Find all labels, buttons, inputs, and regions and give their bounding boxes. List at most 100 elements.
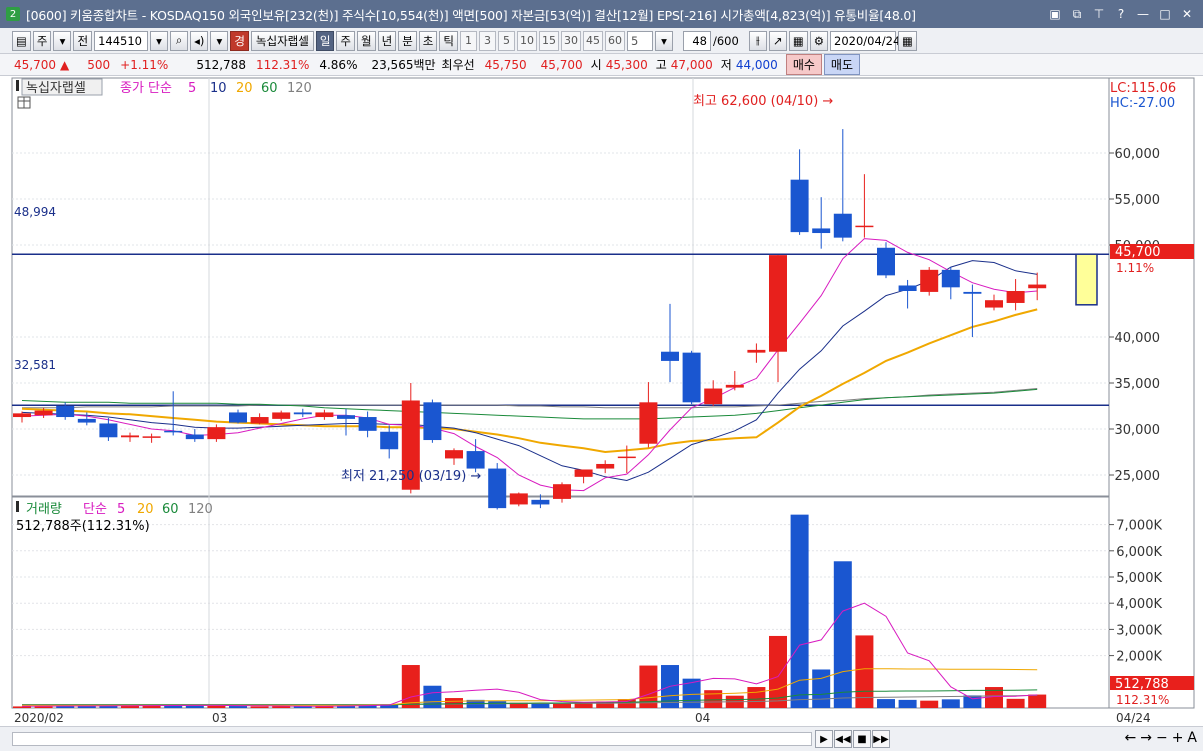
interval-30-button[interactable]: 30 <box>560 30 581 51</box>
zoom-in-icon[interactable]: + <box>1172 730 1184 746</box>
volume-bar <box>877 699 895 708</box>
up-arrow-icon: ▲ <box>60 57 70 72</box>
volume-bar <box>898 699 917 708</box>
chart-scrollbar[interactable] <box>12 732 812 746</box>
candle-body <box>1028 284 1047 289</box>
candle-body <box>207 427 226 440</box>
candle-body <box>185 434 204 440</box>
volume-bar <box>423 685 442 708</box>
x-label-apr: 04 <box>695 711 710 725</box>
volume-tick-label: 4,000K <box>1116 597 1162 612</box>
date-input[interactable]: 2020/04/24 <box>830 30 900 51</box>
draw-tool-icon[interactable]: ↗ <box>768 30 787 51</box>
dropdown-chevron-icon[interactable]: ▾ <box>53 30 72 51</box>
volume-bar <box>488 701 507 708</box>
current-volume-tag-value: 512,788 <box>1115 677 1169 692</box>
period-year-tab[interactable]: 년 <box>377 30 397 51</box>
font-size-icon[interactable]: A <box>1187 730 1197 746</box>
current-volume-line: 512,788주(112.31%) <box>16 519 150 534</box>
bid-price: 45,700 <box>540 57 583 72</box>
count-input[interactable]: 48 <box>682 30 711 51</box>
candle-body <box>574 469 593 477</box>
interval-45-button[interactable]: 45 <box>582 30 603 51</box>
minimize-icon[interactable]: — <box>1133 4 1153 24</box>
period-day-tab[interactable]: 일 <box>315 30 335 51</box>
candle-settings-icon[interactable]: ⫲ <box>748 30 767 51</box>
candle-body <box>596 463 615 469</box>
stock-badge: 경 <box>230 30 249 51</box>
candle-body <box>833 213 852 238</box>
copy-icon[interactable]: ⧉ <box>1067 4 1087 24</box>
volume-bar <box>34 706 53 708</box>
close-icon[interactable]: ✕ <box>1177 4 1197 24</box>
support-label: 32,581 <box>14 358 56 372</box>
fast-forward-icon[interactable]: ▶▶ <box>872 730 890 748</box>
price-legend-prefix: 종가 단순 <box>120 81 172 96</box>
current-volume-pct: 112.31% <box>1116 693 1169 707</box>
price-change-pct: +1.11% <box>120 57 169 72</box>
candle-body <box>553 484 571 499</box>
interval-10-button[interactable]: 10 <box>516 30 537 51</box>
candle-body <box>466 451 485 469</box>
sound-dropdown-icon[interactable]: ▾ <box>210 30 229 51</box>
buy-button[interactable]: 매수 <box>785 54 822 75</box>
candle-body <box>790 179 809 233</box>
help-icon[interactable]: ? <box>1111 4 1131 24</box>
restore-icon[interactable]: ▣ <box>1045 4 1065 24</box>
volume-bar <box>229 706 247 708</box>
candle-body <box>488 468 507 509</box>
maximize-icon[interactable]: □ <box>1155 4 1175 24</box>
period-type-select[interactable]: 주 <box>32 30 52 51</box>
period-second-tab[interactable]: 초 <box>418 30 438 51</box>
stock-code-input[interactable]: 144510 <box>94 30 149 51</box>
interval-1-button[interactable]: 1 <box>459 30 477 51</box>
gear-icon[interactable]: ⚙ <box>809 30 828 51</box>
candle-body <box>229 412 247 423</box>
stock-dropdown-icon[interactable]: ▾ <box>150 30 169 51</box>
interval-15-button[interactable]: 15 <box>538 30 559 51</box>
panel-handle-icon[interactable] <box>16 80 19 91</box>
zoom-out-icon[interactable]: − <box>1156 730 1168 746</box>
period-tick-tab[interactable]: 틱 <box>439 30 458 51</box>
scroll-right-icon[interactable]: → <box>1140 730 1152 746</box>
sound-icon[interactable]: ◂) <box>190 30 209 51</box>
save-icon[interactable]: ▦ <box>788 30 808 51</box>
search-icon[interactable]: ⌕ <box>170 30 189 51</box>
rewind-icon[interactable]: ◀◀ <box>834 730 852 748</box>
candle-body <box>142 436 161 438</box>
prev-button[interactable]: 전 <box>73 30 93 51</box>
sell-button[interactable]: 매도 <box>823 54 860 75</box>
period-week-tab[interactable]: 주 <box>336 30 356 51</box>
candle-body <box>639 402 658 444</box>
interval-dropdown-icon[interactable]: ▾ <box>654 30 673 51</box>
interval-60-button[interactable]: 60 <box>604 30 625 51</box>
price-tick-label: 40,000 <box>1115 331 1161 346</box>
window-title: [0600] 키움종합차트 - KOSDAQ150 외국인보유[232(천)] … <box>26 7 916 23</box>
candle-body <box>682 352 701 403</box>
period-month-tab[interactable]: 월 <box>357 30 376 51</box>
interval-3-button[interactable]: 3 <box>478 30 496 51</box>
interval-5-button[interactable]: 5 <box>497 30 515 51</box>
chart-type-icon[interactable]: ▤ <box>12 30 31 51</box>
play-icon[interactable]: ▶ <box>815 730 833 748</box>
stock-name[interactable]: 녹십자랩셀 <box>250 30 314 51</box>
volume-panel-handle-icon[interactable] <box>16 501 19 512</box>
candle-body <box>898 285 917 291</box>
candle-body <box>13 413 31 418</box>
candle-body <box>99 423 118 438</box>
interval-value-input[interactable]: 5 <box>626 30 653 51</box>
stock-chart[interactable]: 60,00055,00050,00040,00035,00030,00025,0… <box>0 77 1203 726</box>
pin-icon[interactable]: ⊤ <box>1089 4 1109 24</box>
title-bar: 2 [0600] 키움종합차트 - KOSDAQ150 외국인보유[232(천)… <box>0 0 1203 28</box>
stop-icon[interactable]: ■ <box>853 730 871 748</box>
calendar-icon[interactable]: ▦ <box>898 30 917 51</box>
volume-bar <box>790 514 809 708</box>
volume-tick-label: 6,000K <box>1116 545 1162 560</box>
candle-body <box>1006 291 1025 303</box>
stock-name-label: 녹십자랩셀 <box>26 81 86 96</box>
candle-body <box>985 300 1003 308</box>
period-minute-tab[interactable]: 분 <box>398 30 417 51</box>
scroll-left-icon[interactable]: ← <box>1124 730 1136 746</box>
volume-value: 512,788 <box>196 57 246 72</box>
candle-body <box>337 415 355 419</box>
